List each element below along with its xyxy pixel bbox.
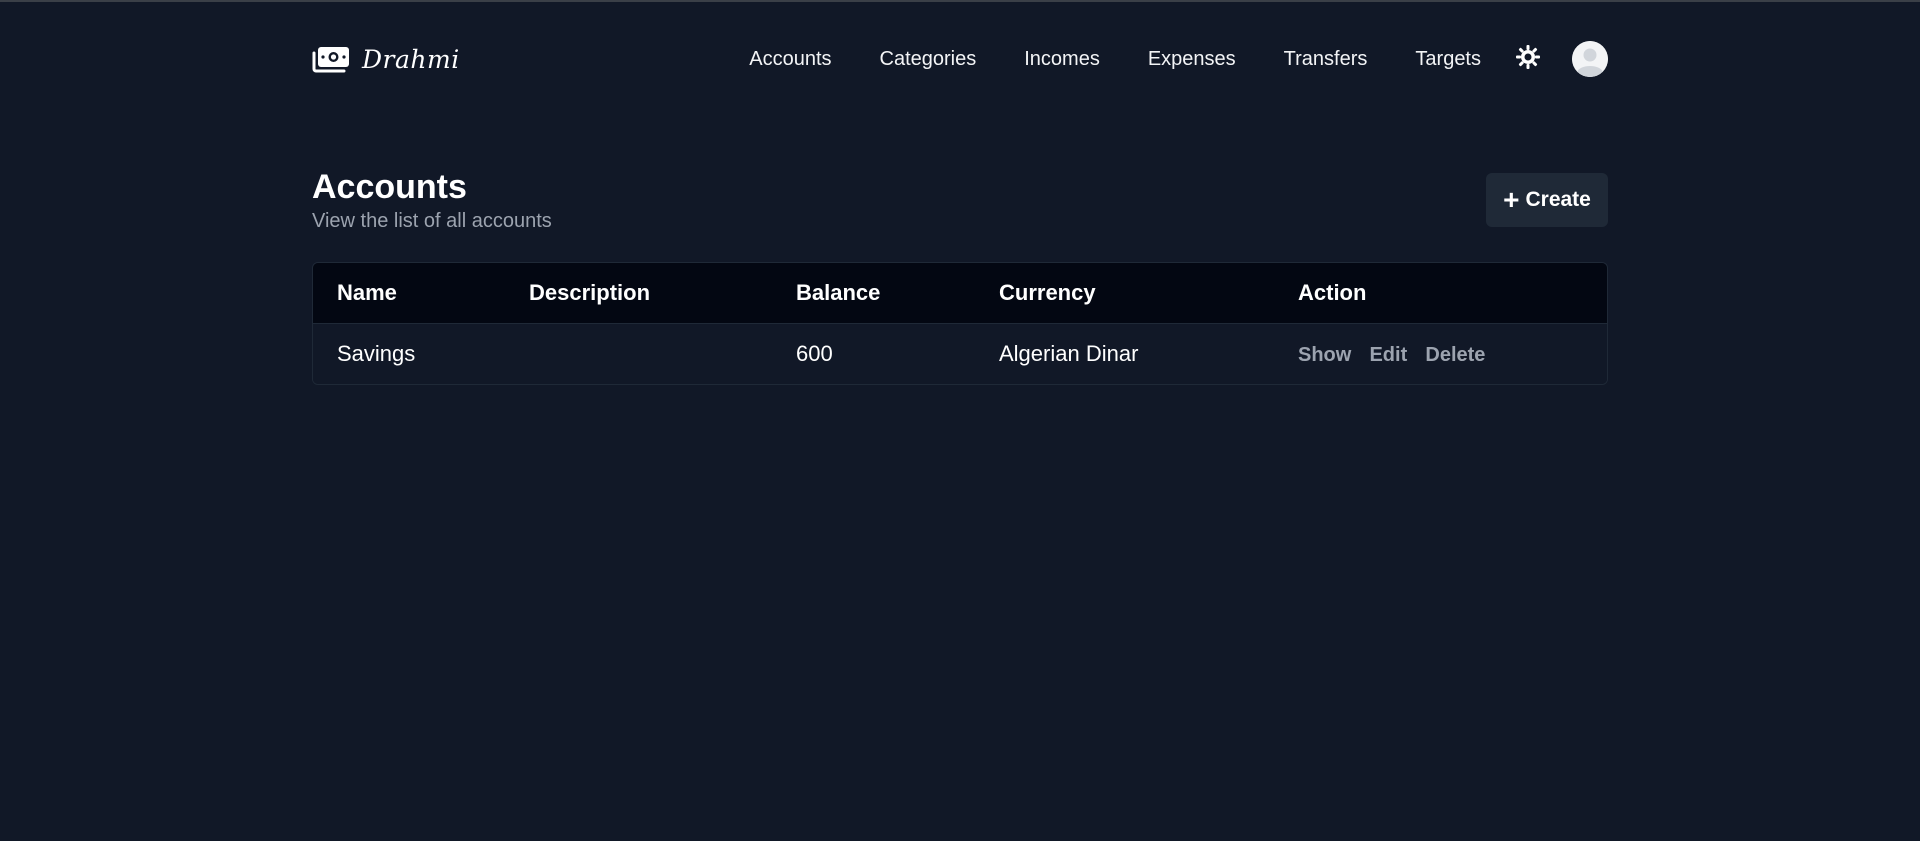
sun-icon: [1515, 44, 1541, 75]
create-button-label: Create: [1525, 188, 1591, 211]
plus-icon: +: [1503, 184, 1520, 215]
create-button[interactable]: + Create: [1486, 173, 1608, 227]
nav-item-expenses[interactable]: Expenses: [1148, 48, 1236, 71]
nav-item-transfers[interactable]: Transfers: [1284, 48, 1368, 71]
nav-item-categories[interactable]: Categories: [880, 48, 977, 71]
column-header-name[interactable]: Name: [313, 263, 505, 323]
column-header-balance[interactable]: Balance: [772, 263, 975, 323]
column-header-currency[interactable]: Currency: [975, 263, 1274, 323]
column-header-action: Action: [1298, 279, 1367, 305]
user-avatar[interactable]: [1572, 41, 1608, 77]
cell-currency: Algerian Dinar: [999, 340, 1139, 366]
page-subtitle: View the list of all accounts: [312, 210, 552, 232]
cell-actions: Show Edit Delete: [1274, 323, 1607, 384]
delete-link[interactable]: Delete: [1425, 344, 1485, 366]
cell-balance: 600: [796, 340, 833, 366]
nav-item-accounts[interactable]: Accounts: [749, 48, 831, 71]
edit-link[interactable]: Edit: [1369, 344, 1407, 366]
page-title: Accounts: [312, 168, 467, 206]
accounts-table: Name Description Balance Currency Action…: [312, 262, 1608, 385]
column-header-description[interactable]: Description: [505, 263, 772, 323]
nav-item-incomes[interactable]: Incomes: [1024, 48, 1100, 71]
user-avatar-icon: [1572, 41, 1608, 77]
cell-name: Savings: [337, 340, 416, 366]
nav-item-targets[interactable]: Targets: [1415, 48, 1481, 71]
main-nav: Accounts Categories Incomes Expenses Tra…: [749, 48, 1481, 71]
page-header: Accounts View the list of all accounts +…: [312, 166, 1608, 244]
cell-description: [505, 323, 772, 384]
money-bill-icon: [312, 45, 350, 73]
table-header: Name Description Balance Currency Action: [313, 263, 1607, 323]
show-link[interactable]: Show: [1298, 344, 1351, 366]
top-navbar: Drahmi Accounts Categories Incomes Expen…: [312, 38, 1608, 80]
brand[interactable]: Drahmi: [312, 45, 460, 74]
table-row: Savings 600 Algerian Dinar Show Edit Del…: [313, 323, 1607, 384]
brand-name: Drahmi: [362, 44, 460, 74]
window-top-border: [0, 0, 1920, 2]
theme-toggle-button[interactable]: [1514, 44, 1542, 75]
